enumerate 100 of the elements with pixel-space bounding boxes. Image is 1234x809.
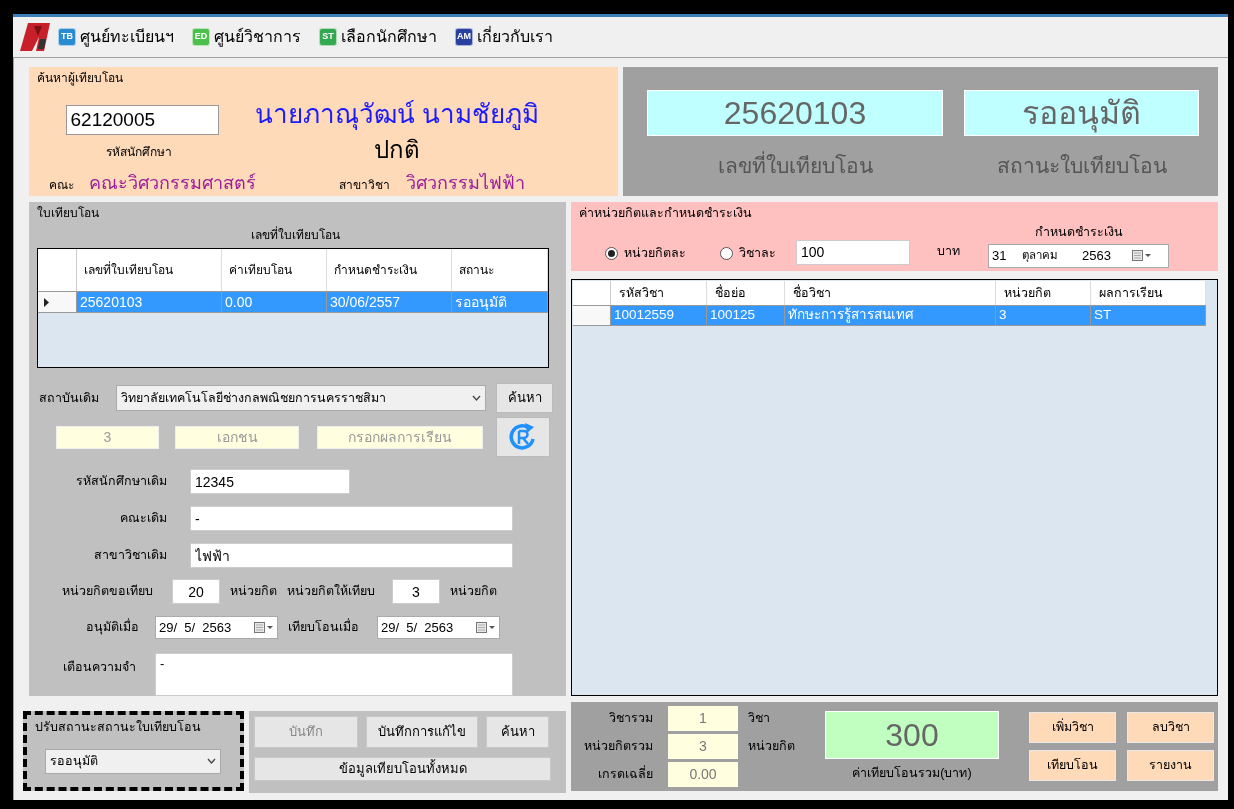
chevron-down-icon xyxy=(472,395,481,401)
menu-label: เลือกนักศึกษา xyxy=(341,27,437,47)
group-title: ค่าหน่วยกิตและกำหนดชำระเงิน xyxy=(579,205,753,222)
field-label: สาขาวิชา xyxy=(339,177,391,194)
refresh-icon xyxy=(508,422,538,452)
action-button[interactable]: ลบวิชา xyxy=(1127,712,1214,743)
column-header[interactable]: รหัสวิชา xyxy=(611,281,707,305)
field-label: เตือนความจำ xyxy=(62,659,136,676)
group-title: ใบเทียบโอน xyxy=(37,205,100,222)
chevron-down-icon xyxy=(207,758,216,765)
action-button[interactable]: เพิ่มวิชา xyxy=(1029,712,1116,743)
menu-item[interactable]: AM เกี่ยวกับเรา xyxy=(455,25,553,49)
menu-label: เกี่ยวกับเรา xyxy=(477,25,553,47)
menu-item[interactable]: ED ศูนย์วิชาการ xyxy=(192,25,301,49)
calendar-icon xyxy=(476,622,496,633)
radio-option[interactable]: วิชาละ xyxy=(720,243,776,263)
transfer-status: รออนุมัติ xyxy=(964,90,1199,136)
row-header[interactable] xyxy=(38,292,77,312)
action-button[interactable]: รายงาน xyxy=(1127,750,1214,781)
field-label: คณะเดิม xyxy=(119,510,167,528)
field-label: สถาบันเดิม xyxy=(39,389,100,407)
group-title: ปรับสถานะสถานะใบเทียบโอน xyxy=(35,719,202,736)
table-cell: ST xyxy=(1091,306,1206,325)
menu-badge: AM xyxy=(455,28,473,46)
total-field: 0.00 xyxy=(668,762,738,787)
row-pointer-icon xyxy=(44,297,49,307)
field-label: กำหนดชำระเงิน xyxy=(1034,223,1123,241)
institution-dropdown[interactable]: วิทยาลัยเทคโนโลยีช่างกลพณิชยการนครราชสิมา xyxy=(116,385,486,411)
field-label: สาขาวิชาเดิม xyxy=(93,547,167,565)
unit-label: บาท xyxy=(937,242,960,260)
radio-button[interactable] xyxy=(605,246,618,260)
column-header[interactable]: ค่าเทียบโอน xyxy=(222,249,327,291)
student-id-field[interactable]: 62120005 xyxy=(65,105,219,135)
calendar-icon xyxy=(254,622,274,633)
column-header[interactable]: กำหนดชำระเงิน xyxy=(327,249,452,291)
table-cell: 0.00 xyxy=(222,292,327,312)
table-cell: 10012559 xyxy=(611,306,707,325)
date-picker[interactable]: 29/ 5/ 2563 xyxy=(155,616,278,639)
date-picker[interactable]: 29/ 5/ 2563 xyxy=(377,616,500,639)
number-field[interactable]: 20 xyxy=(172,579,220,604)
field-label: วิชารวม xyxy=(608,710,653,728)
group-title: ค้นหาผู้เทียบโอน xyxy=(37,70,124,87)
field-label: หน่วยกิตให้เทียบ xyxy=(287,583,375,601)
field-label: เลขที่ใบเทียบโอน xyxy=(717,150,873,182)
unit-label: หน่วยกิต xyxy=(230,583,277,601)
column-header[interactable]: หน่วยกิต xyxy=(996,281,1091,305)
field-label: เทียบโอนเมื่อ xyxy=(288,618,359,637)
field-label: รหัสนักศึกษาเดิม xyxy=(75,473,167,491)
column-header[interactable]: เลขที่ใบเทียบโอน xyxy=(77,249,222,291)
field-label: หน่วยกิตขอเทียบ xyxy=(61,583,153,601)
menu-badge: TB xyxy=(58,28,76,46)
table-caption: เลขที่ใบเทียบโอน xyxy=(251,226,340,244)
major-value: วิศวกรรมไฟฟ้า xyxy=(406,172,525,195)
radio-option[interactable]: หน่วยกิตละ xyxy=(605,243,686,263)
total-fee: 300 xyxy=(825,710,999,759)
menu-badge: ST xyxy=(319,28,337,46)
unit-label: วิชา xyxy=(748,710,770,728)
table-cell: 30/06/2557 xyxy=(327,292,452,312)
table-cell: ทักษะการรู้สารสนเทศ xyxy=(785,306,996,325)
menu-item[interactable]: ST เลือกนักศึกษา xyxy=(319,25,437,49)
radio-button[interactable] xyxy=(720,246,733,260)
action-button[interactable]: เทียบโอน xyxy=(1029,750,1116,781)
student-status: ปกติ xyxy=(374,135,420,165)
action-button[interactable]: บันทึกการแก้ไข xyxy=(366,716,478,748)
info-field: 3 xyxy=(56,425,159,449)
column-header[interactable]: สถานะ xyxy=(452,249,548,291)
transfer-number: 25620103 xyxy=(647,90,943,136)
reminder-field[interactable]: - xyxy=(155,653,513,696)
total-field: 1 xyxy=(668,706,738,731)
menu-label: ศูนย์วิชาการ xyxy=(214,26,301,49)
number-field[interactable]: 3 xyxy=(392,579,440,604)
field-label: สถานะใบเทียบโอน xyxy=(996,153,1167,179)
status-dropdown[interactable]: รออนุมัติ xyxy=(45,748,221,774)
unit-label: หน่วยกิต xyxy=(450,583,497,601)
field-label: รหัสนักศึกษา xyxy=(106,144,172,161)
field-label: เกรดเฉลี่ย xyxy=(597,765,653,784)
logo-icon xyxy=(20,23,50,51)
menu-item[interactable]: TB ศูนย์ทะเบียนฯ xyxy=(58,25,174,49)
field-label: อนุมัติเมื่อ xyxy=(85,618,139,637)
text-field[interactable]: - xyxy=(190,506,513,531)
info-field: กรอกผลการเรียน xyxy=(317,425,483,449)
text-field[interactable]: 12345 xyxy=(190,469,350,494)
date-picker[interactable]: 31 ตุลาคม 2563 xyxy=(988,243,1169,268)
field-label: ค่าเทียบโอนรวม(บาท) xyxy=(852,764,972,782)
table-cell: 3 xyxy=(996,306,1091,325)
action-button[interactable]: ค้นหา xyxy=(486,716,549,748)
column-header[interactable]: ผลการเรียน xyxy=(1091,281,1206,305)
calendar-icon xyxy=(1132,250,1152,261)
student-name: นายภาณุวัฒน์ นามชัยภูมิ xyxy=(254,98,540,132)
action-button[interactable]: ข้อมูลเทียบโอนทั้งหมด xyxy=(254,757,551,781)
menu-badge: ED xyxy=(192,28,210,46)
menu-label: ศูนย์ทะเบียนฯ xyxy=(80,26,174,49)
faculty-value: คณะวิศวกรรมศาสตร์ xyxy=(89,172,257,195)
table-cell: รออนุมัติ xyxy=(452,292,548,312)
column-header[interactable]: ชื่อย่อ xyxy=(707,281,785,305)
table-cell: 25620103 xyxy=(77,292,222,312)
amount-field[interactable]: 100 xyxy=(796,239,910,265)
search-button[interactable]: ค้นหา xyxy=(496,383,553,413)
refresh-button[interactable] xyxy=(496,417,550,457)
column-header[interactable]: ชื่อวิชา xyxy=(785,281,996,305)
